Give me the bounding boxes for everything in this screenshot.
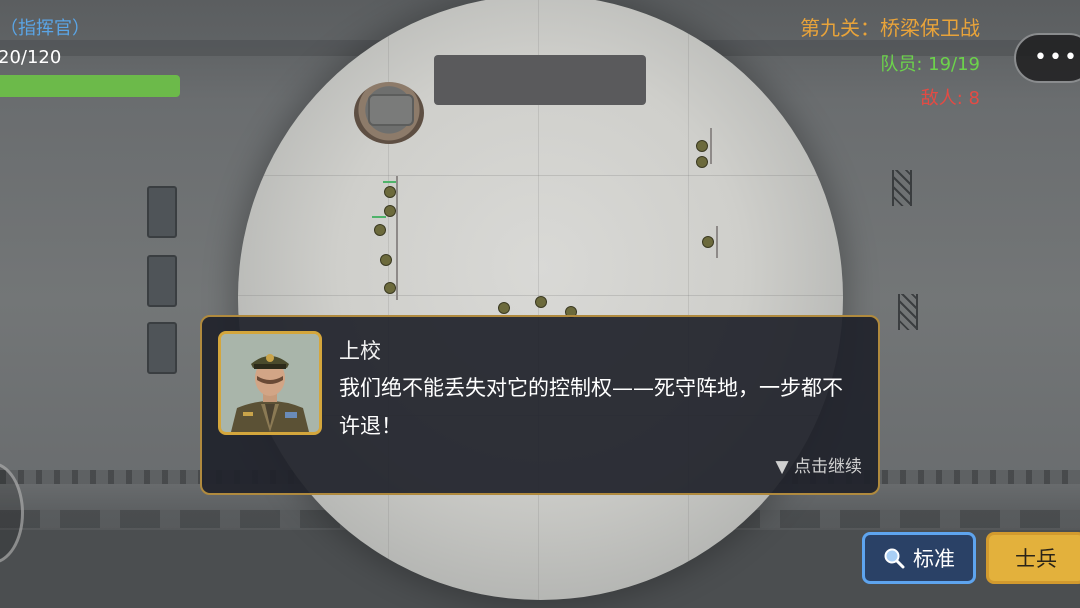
soldier-button[interactable]: 士兵 <box>986 532 1080 584</box>
redacted-banner <box>434 55 646 105</box>
unit-health-bar <box>372 216 386 218</box>
barbed-wire <box>898 294 918 330</box>
more-dots-icon: ••• <box>1034 45 1079 70</box>
speaker-name: 上校 <box>339 339 381 363</box>
sandbag-line <box>396 176 398 300</box>
team-count: 队员: 19/19 <box>880 54 980 75</box>
soldier-unit[interactable] <box>702 236 714 248</box>
search-icon <box>884 548 905 569</box>
sandbag-line <box>716 226 718 258</box>
menu-button[interactable]: ••• <box>1014 33 1080 83</box>
standard-button-label: 标准 <box>913 547 955 571</box>
enemy-count: 敌人: 8 <box>920 88 980 109</box>
soldier-unit[interactable] <box>696 140 708 152</box>
unit-health-bar <box>383 181 397 183</box>
soldier-unit[interactable] <box>696 156 708 168</box>
colonel-portrait <box>218 331 322 435</box>
standard-button[interactable]: 标准 <box>862 532 976 584</box>
hp-bar-fill <box>0 75 180 97</box>
dialog-text: 我们绝不能丢失对它的控制权——死守阵地，一步都不许退！ <box>339 376 843 438</box>
hp-bar <box>0 75 180 97</box>
soldier-unit[interactable] <box>374 224 386 236</box>
level-title: 第九关：桥梁保卫战 <box>800 16 980 40</box>
sandbag-line <box>710 128 712 164</box>
barbed-wire <box>892 170 912 206</box>
soldier-unit[interactable] <box>384 282 396 294</box>
vehicle-truck <box>147 255 177 307</box>
bunker-top <box>368 94 414 126</box>
soldier-unit[interactable] <box>498 302 510 314</box>
continue-hint[interactable]: ▼ 点击继续 <box>776 452 862 477</box>
officer-avatar-icon <box>221 334 319 432</box>
dialog-box[interactable]: 上校 我们绝不能丢失对它的控制权——死守阵地，一步都不许退！ ▼ 点击继续 <box>200 315 880 495</box>
hp-readout: 20/120 <box>0 47 62 68</box>
commander-label: （指挥官） <box>0 18 90 39</box>
soldier-unit[interactable] <box>535 296 547 308</box>
soldier-unit[interactable] <box>384 186 396 198</box>
vehicle-truck <box>147 186 177 238</box>
vehicle-truck <box>147 322 177 374</box>
soldier-unit[interactable] <box>380 254 392 266</box>
soldier-button-label: 士兵 <box>1015 547 1057 571</box>
